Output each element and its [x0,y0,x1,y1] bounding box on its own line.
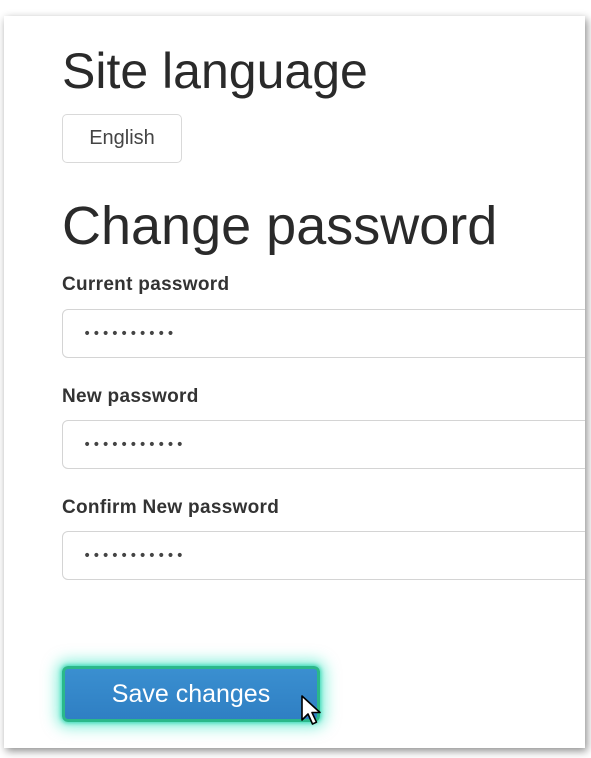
settings-panel: Site language English Change password Cu… [4,16,585,748]
save-changes-button[interactable]: Save changes [62,666,320,722]
current-password-label: Current password [62,274,230,295]
language-select-button[interactable]: English [62,114,182,163]
new-password-label: New password [62,386,199,407]
new-password-input[interactable] [62,420,585,469]
change-password-heading: Change password [62,196,498,256]
site-language-heading: Site language [62,43,368,99]
confirm-new-password-input[interactable] [62,531,585,580]
confirm-new-password-label: Confirm New password [62,497,280,518]
current-password-input[interactable] [62,309,585,358]
mouse-pointer-icon [301,695,321,725]
